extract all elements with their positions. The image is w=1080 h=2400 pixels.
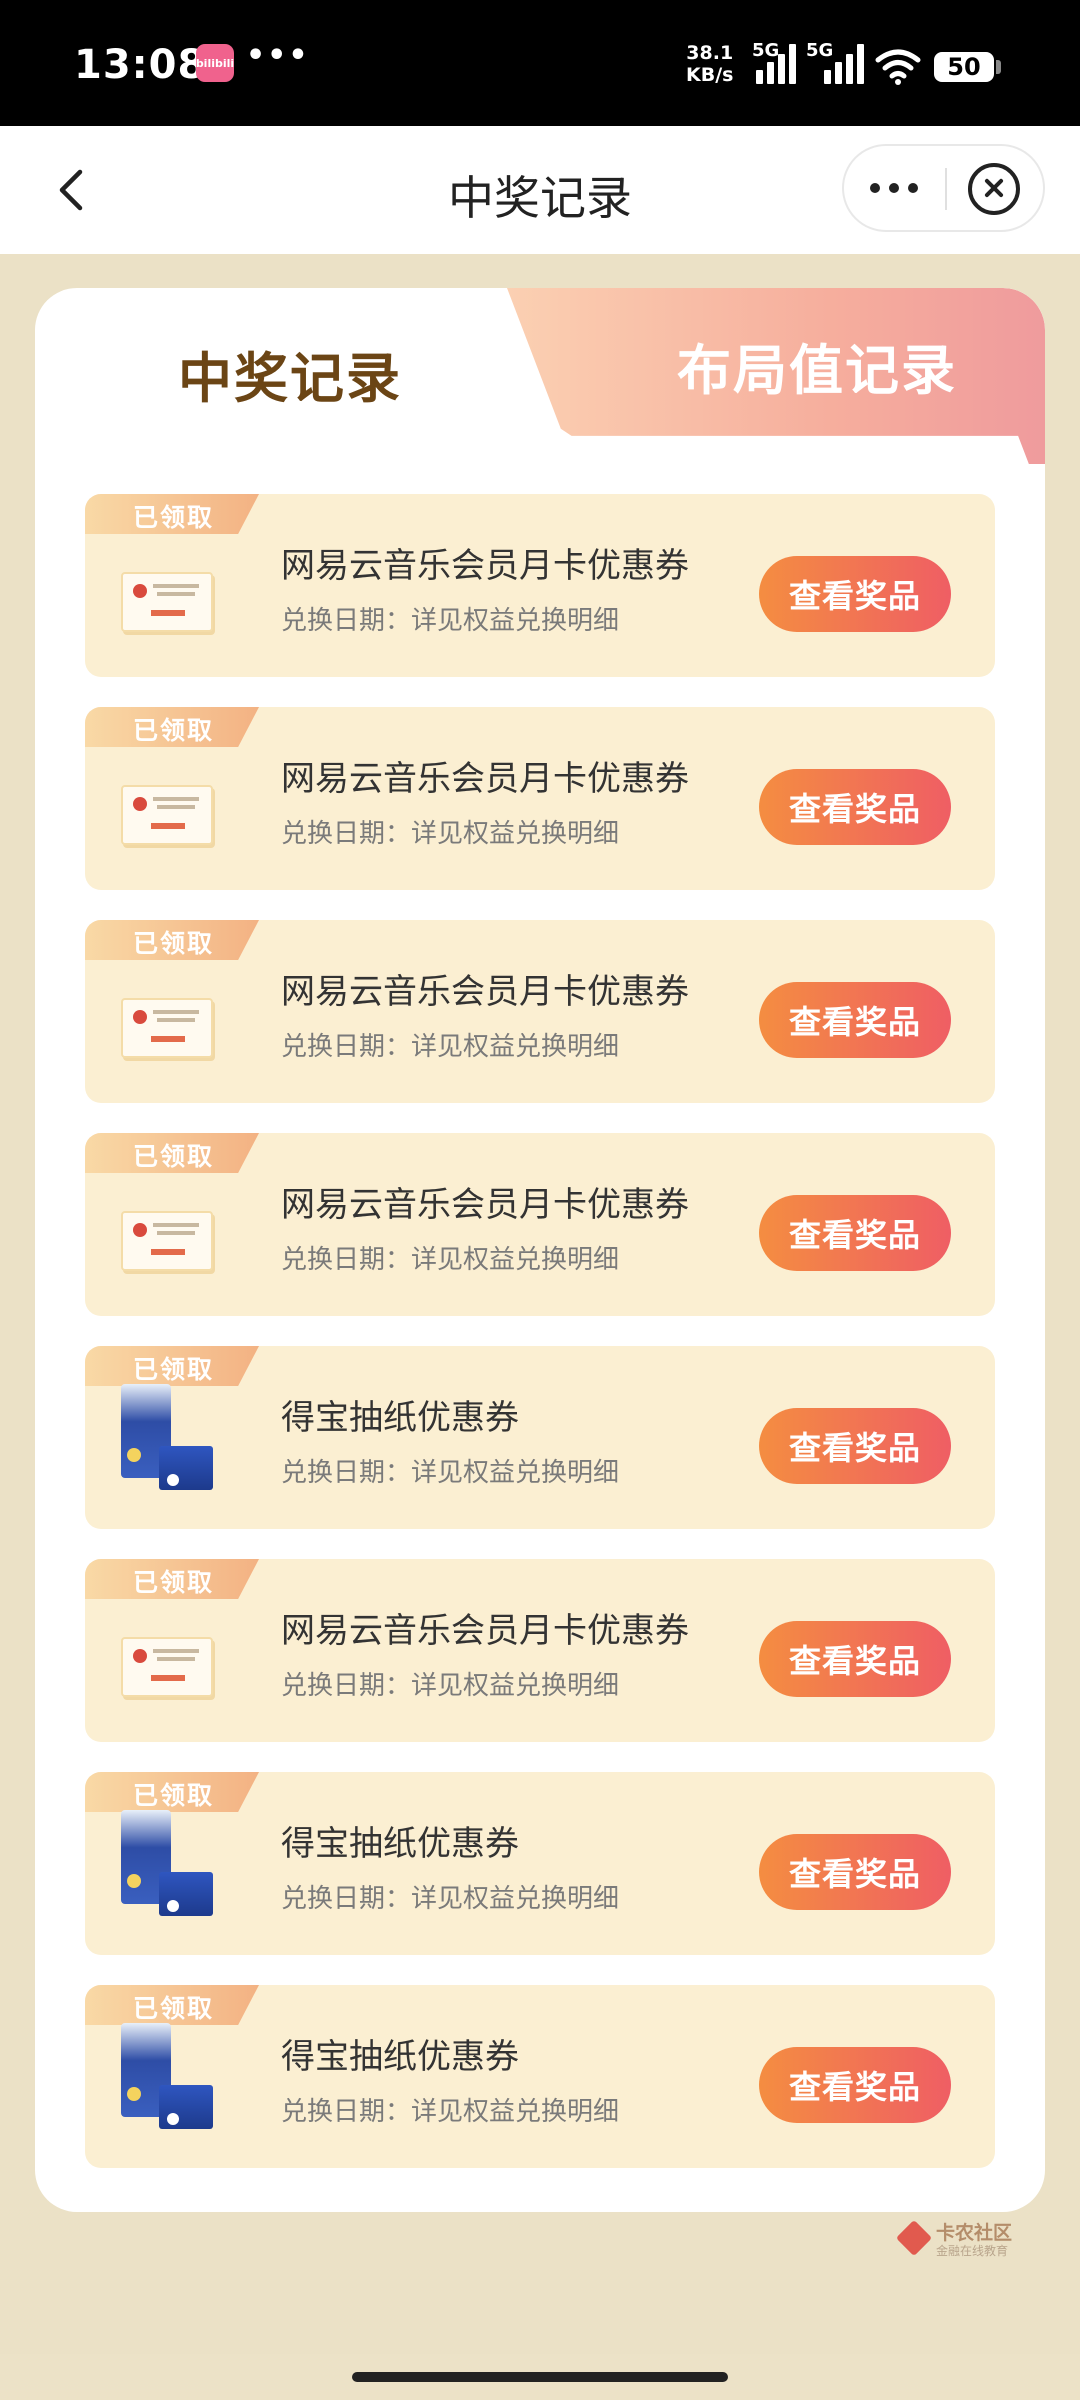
view-prize-button[interactable]: 查看奖品 — [759, 2047, 951, 2123]
network-speed-unit: KB/s — [686, 64, 734, 86]
claimed-badge: 已领取 — [85, 494, 259, 534]
signal-1-icon: 5G — [752, 40, 800, 84]
view-prize-button[interactable]: 查看奖品 — [759, 1621, 951, 1697]
claimed-badge-label: 已领取 — [133, 716, 215, 745]
signal-2-icon: 5G — [806, 40, 864, 84]
status-bar: 13:08 bilibili ••• 38.1 KB/s 5G 5G 50 — [0, 0, 1080, 126]
prize-title: 网易云音乐会员月卡优惠券 — [281, 546, 689, 586]
redeem-date: 兑换日期：详见权益兑换明细 — [281, 1884, 620, 1914]
claimed-badge-label: 已领取 — [133, 1142, 215, 1171]
tab-layout-value-records-label: 布局值记录 — [677, 339, 957, 402]
wifi-icon — [875, 49, 921, 85]
prize-thumbnail — [121, 1384, 215, 1490]
network-speed-value: 38.1 — [686, 42, 734, 64]
coupon-image — [121, 1211, 213, 1271]
claimed-badge: 已领取 — [85, 1559, 259, 1599]
home-bar-area — [0, 2354, 1080, 2400]
record-card: 已领取 网易云音乐会员月卡优惠券 兑换日期：详见权益兑换明细 查看奖品 — [85, 1133, 995, 1316]
prize-title: 网易云音乐会员月卡优惠券 — [281, 1185, 689, 1225]
status-time: 13:08 — [74, 42, 207, 88]
prize-thumbnail — [121, 572, 215, 638]
record-card: 已领取 得宝抽纸优惠券 兑换日期：详见权益兑换明细 查看奖品 — [85, 1772, 995, 1955]
kanong-logo-icon — [895, 2219, 933, 2257]
view-prize-button[interactable]: 查看奖品 — [759, 556, 951, 632]
claimed-badge: 已领取 — [85, 1346, 259, 1386]
prize-thumbnail — [121, 998, 215, 1064]
claimed-badge-label: 已领取 — [133, 929, 215, 958]
coupon-image — [121, 1637, 213, 1697]
prize-title: 得宝抽纸优惠券 — [281, 2037, 519, 2077]
view-prize-button[interactable]: 查看奖品 — [759, 982, 951, 1058]
watermark-main: 卡农社区 — [936, 2222, 1013, 2244]
redeem-date: 兑换日期：详见权益兑换明细 — [281, 1245, 620, 1275]
claimed-badge-label: 已领取 — [133, 503, 215, 532]
battery-icon: 50 — [934, 52, 994, 82]
prize-title: 网易云音乐会员月卡优惠券 — [281, 759, 689, 799]
redeem-date: 兑换日期：详见权益兑换明细 — [281, 1032, 620, 1062]
claimed-badge: 已领取 — [85, 920, 259, 960]
battery-level: 50 — [947, 53, 981, 81]
view-prize-button[interactable]: 查看奖品 — [759, 769, 951, 845]
notification-dots: ••• — [246, 38, 310, 73]
mini-program-capsule — [842, 144, 1045, 232]
prize-thumbnail — [121, 785, 215, 851]
view-prize-button[interactable]: 查看奖品 — [759, 1195, 951, 1271]
prize-title: 得宝抽纸优惠券 — [281, 1824, 519, 1864]
prize-thumbnail — [121, 1637, 215, 1703]
signal-2-label: 5G — [806, 40, 834, 61]
claimed-badge-label: 已领取 — [133, 1994, 215, 2023]
redeem-date: 兑换日期：详见权益兑换明细 — [281, 606, 620, 636]
claimed-badge-label: 已领取 — [133, 1355, 215, 1384]
nav-bar: 中奖记录 — [0, 126, 1080, 254]
bilibili-app-icon: bilibili — [196, 44, 234, 82]
claimed-badge-label: 已领取 — [133, 1781, 215, 1810]
tissue-product-image — [121, 1384, 215, 1492]
capsule-divider — [945, 168, 947, 210]
prize-thumbnail — [121, 1211, 215, 1277]
record-card: 已领取 得宝抽纸优惠券 兑换日期：详见权益兑换明细 查看奖品 — [85, 1985, 995, 2168]
tab-layout-value-records[interactable]: 布局值记录 — [507, 288, 1045, 464]
record-card: 已领取 得宝抽纸优惠券 兑换日期：详见权益兑换明细 查看奖品 — [85, 1346, 995, 1529]
redeem-date: 兑换日期：详见权益兑换明细 — [281, 2097, 620, 2127]
redeem-date: 兑换日期：详见权益兑换明细 — [281, 1458, 620, 1488]
records-panel: 中奖记录 布局值记录 已领取 网易云音乐会员月卡优惠券 兑换日期：详见权益兑换明… — [35, 288, 1045, 2212]
tissue-product-image — [121, 1810, 215, 1918]
battery-cap — [996, 60, 1001, 74]
record-card: 已领取 网易云音乐会员月卡优惠券 兑换日期：详见权益兑换明细 查看奖品 — [85, 494, 995, 677]
prize-thumbnail — [121, 2023, 215, 2129]
tab-prize-records[interactable]: 中奖记录 — [35, 288, 535, 438]
record-card: 已领取 网易云音乐会员月卡优惠券 兑换日期：详见权益兑换明细 查看奖品 — [85, 1559, 995, 1742]
prize-title: 网易云音乐会员月卡优惠券 — [281, 1611, 689, 1651]
claimed-badge-label: 已领取 — [133, 1568, 215, 1597]
claimed-badge: 已领取 — [85, 1133, 259, 1173]
view-prize-button[interactable]: 查看奖品 — [759, 1408, 951, 1484]
prize-title: 得宝抽纸优惠券 — [281, 1398, 519, 1438]
redeem-date: 兑换日期：详见权益兑换明细 — [281, 1671, 620, 1701]
watermark-sub: 金融在线教育 — [936, 2244, 1009, 2258]
record-card: 已领取 网易云音乐会员月卡优惠券 兑换日期：详见权益兑换明细 查看奖品 — [85, 920, 995, 1103]
coupon-image — [121, 572, 213, 632]
more-icon — [870, 183, 880, 193]
network-speed: 38.1 KB/s — [686, 42, 733, 86]
claimed-badge: 已领取 — [85, 1985, 259, 2025]
redeem-date: 兑换日期：详见权益兑换明细 — [281, 819, 620, 849]
coupon-image — [121, 998, 213, 1058]
tissue-product-image — [121, 2023, 215, 2131]
watermark-logo: 卡农社区 金融在线教育 — [895, 2218, 1022, 2264]
prize-title: 网易云音乐会员月卡优惠券 — [281, 972, 689, 1012]
tab-prize-records-label: 中奖记录 — [178, 346, 402, 410]
more-button[interactable] — [844, 146, 944, 230]
signal-1-label: 5G — [752, 40, 780, 61]
coupon-image — [121, 785, 213, 845]
close-button[interactable] — [968, 163, 1020, 215]
prize-thumbnail — [121, 1810, 215, 1916]
home-indicator[interactable] — [352, 2372, 728, 2382]
claimed-badge: 已领取 — [85, 1772, 259, 1812]
view-prize-button[interactable]: 查看奖品 — [759, 1834, 951, 1910]
claimed-badge: 已领取 — [85, 707, 259, 747]
record-card: 已领取 网易云音乐会员月卡优惠券 兑换日期：详见权益兑换明细 查看奖品 — [85, 707, 995, 890]
record-list: 已领取 网易云音乐会员月卡优惠券 兑换日期：详见权益兑换明细 查看奖品 已领取 … — [85, 494, 995, 2198]
